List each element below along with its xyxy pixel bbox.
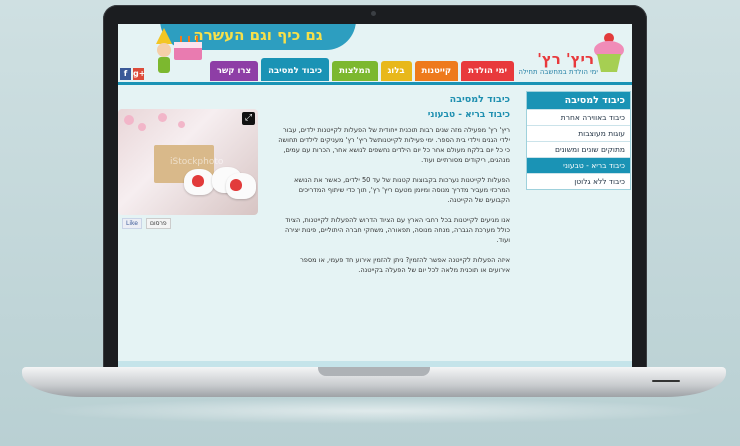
nav-recommendations[interactable]: המלצות <box>332 61 378 81</box>
sidebar-item-designed-cakes[interactable]: עוגות מעוצבות <box>527 125 630 141</box>
mochi-photo[interactable]: iStockphoto ⤢ <box>118 109 258 215</box>
nav-party-refreshments[interactable]: כיבוד למסיבה <box>261 58 330 81</box>
blossom <box>158 113 167 122</box>
nav-birthdays[interactable]: ימי הולדת <box>461 61 514 81</box>
share-bar: Like פרסום <box>122 218 171 229</box>
disc-slot <box>652 380 680 382</box>
paragraph: אנו מגיעים לקייטנות בכל רחבי הארץ עם הצי… <box>284 216 510 244</box>
page-subtitle: כיבוד בריא - טבעוני <box>427 110 510 120</box>
facebook-like-button[interactable]: Like <box>122 218 142 229</box>
google-plus-icon[interactable]: g+ <box>133 68 145 80</box>
publish-button[interactable]: פרסום <box>145 218 171 229</box>
blossom <box>138 123 146 131</box>
nav-contact[interactable]: צרו קשר <box>209 61 259 81</box>
sidebar-item-gluten-free[interactable]: כיבוד ללא גלוטן <box>527 173 630 189</box>
site-logo[interactable]: ריץ' רץ' ימי הולדת במחשבה תחילה <box>518 28 628 78</box>
site-header: גם כיף וגם העשרה ריץ' רץ' ימי הולדת במחש… <box>118 24 632 85</box>
party-girl-illustration <box>156 28 202 73</box>
browser-screen: גם כיף וגם העשרה ריץ' רץ' ימי הולדת במחש… <box>118 24 632 367</box>
webcam-icon <box>371 11 376 16</box>
sidebar-item-different-atmosphere[interactable]: כיבוד באווירה אחרת <box>527 109 630 125</box>
social-links: f g+ <box>120 68 145 80</box>
sidebar-title: כיבוד למסיבה <box>527 92 630 109</box>
photo-watermark: iStockphoto <box>170 157 224 167</box>
paragraph: הפעלות לקייטנות נערכות בקבוצות קטנות של … <box>293 176 510 204</box>
page-title: כיבוד למסיבה <box>449 94 510 105</box>
header-divider <box>118 82 632 85</box>
laptop-opening-notch <box>318 367 430 376</box>
sidebar-menu: כיבוד למסיבה כיבוד באווירה אחרת עוגות מע… <box>526 91 631 190</box>
main-content: כיבוד למסיבה כיבוד בריא - טבעוני ריץ' רץ… <box>278 94 510 285</box>
nav-blog[interactable]: בלוג <box>380 61 412 81</box>
facebook-icon[interactable]: f <box>120 68 131 80</box>
laptop-reflection <box>40 398 710 424</box>
blossom <box>178 121 185 128</box>
blossom <box>124 115 134 125</box>
logo-tagline: ימי הולדת במחשבה תחילה <box>518 68 598 76</box>
laptop-base <box>22 367 726 397</box>
logo-name: ריץ' רץ' <box>537 50 594 68</box>
nav-camps[interactable]: קייטנות <box>414 61 459 81</box>
strawberry <box>230 179 242 191</box>
expand-icon[interactable]: ⤢ <box>242 112 255 125</box>
strawberry <box>192 175 204 187</box>
main-nav: ימי הולדת קייטנות בלוג המלצות כיבוד למסי… <box>209 58 514 81</box>
sidebar-item-sweets[interactable]: מתוקים שונים ומשונים <box>527 141 630 157</box>
sidebar-item-healthy-vegan[interactable]: כיבוד בריא - טבעוני <box>527 157 630 173</box>
paragraph: איזה הפעלות לקייטנה אפשר להזמין? ניתן לה… <box>300 256 510 274</box>
paragraph: ריץ' רץ' מפעילה מזה שנים רבות תוכנית ייח… <box>278 126 510 164</box>
